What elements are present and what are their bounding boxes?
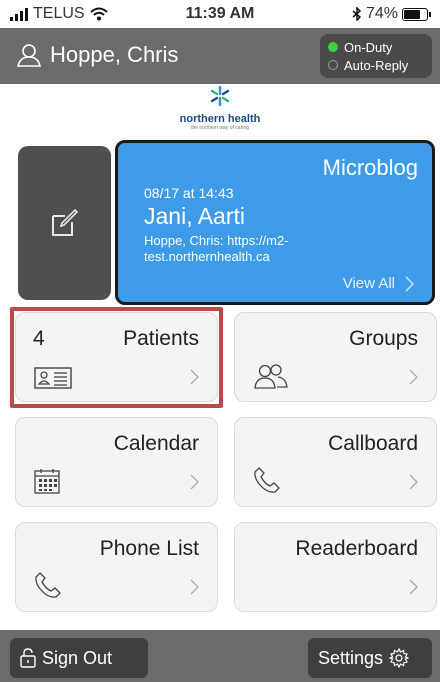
chevron-right-icon <box>409 579 418 595</box>
settings-button[interactable]: Settings <box>308 638 432 678</box>
microblog-card[interactable]: Microblog 08/17 at 14:43 Jani, Aarti Hop… <box>115 140 435 305</box>
battery-percent: 74% <box>365 5 398 22</box>
chevron-right-icon <box>405 275 414 292</box>
phone-list-tile[interactable]: Phone List <box>15 522 218 612</box>
phone-list-label: Phone List <box>99 537 199 560</box>
calendar-icon <box>34 469 60 494</box>
microblog-author: Jani, Aarti <box>144 203 245 229</box>
bottom-bar: Sign Out Settings <box>0 630 440 682</box>
phone-icon <box>35 572 61 598</box>
microblog-date: 08/17 at 14:43 <box>144 185 234 201</box>
auto-reply-indicator-icon <box>328 60 338 70</box>
snowflake-icon <box>210 85 230 107</box>
duty-status-toggle[interactable]: On-Duty Auto-Reply <box>320 34 432 78</box>
battery-icon <box>402 7 431 21</box>
readerboard-tile[interactable]: Readerboard <box>234 522 437 612</box>
groups-tile[interactable]: Groups <box>234 312 437 402</box>
settings-label: Settings <box>318 647 384 668</box>
on-duty-label: On-Duty <box>344 39 393 55</box>
lock-icon <box>20 648 36 668</box>
gear-icon <box>389 648 410 668</box>
patients-highlight-frame <box>10 307 223 408</box>
microblog-message: Hoppe, Chris: https://m2-test.northernhe… <box>144 233 289 264</box>
microblog-title: Microblog <box>322 155 418 180</box>
chevron-right-icon <box>409 474 418 490</box>
readerboard-label: Readerboard <box>295 537 418 560</box>
logo-tagline: the northern way of caring <box>191 125 249 131</box>
logo-name: northern health <box>179 113 261 125</box>
user-icon <box>17 44 41 67</box>
sign-out-label: Sign Out <box>42 647 113 668</box>
on-duty-indicator-icon <box>328 42 338 52</box>
view-all-link[interactable]: View All <box>343 275 414 292</box>
user-profile[interactable]: Hoppe, Chris <box>16 42 178 68</box>
chevron-right-icon <box>190 474 199 490</box>
calendar-tile[interactable]: Calendar <box>15 417 218 507</box>
callboard-tile[interactable]: Callboard <box>234 417 437 507</box>
view-all-label: View All <box>342 275 395 292</box>
compose-icon <box>52 208 79 236</box>
phone-icon <box>254 467 280 493</box>
calendar-label: Calendar <box>113 432 199 455</box>
app-header: Hoppe, Chris On-Duty Auto-Reply <box>0 28 440 84</box>
groups-label: Groups <box>349 327 418 350</box>
compose-message-button[interactable] <box>18 146 111 300</box>
bluetooth-icon <box>352 7 362 21</box>
auto-reply-label: Auto-Reply <box>344 57 409 73</box>
battery-info: 74% <box>352 5 431 23</box>
northern-health-logo: northern health the northern way of cari… <box>0 85 440 136</box>
on-duty-option[interactable]: On-Duty <box>328 38 424 56</box>
sign-out-button[interactable]: Sign Out <box>10 638 148 678</box>
auto-reply-option[interactable]: Auto-Reply <box>328 56 424 74</box>
groups-icon <box>254 364 288 389</box>
chevron-right-icon <box>409 369 418 385</box>
status-bar: TELUS 11:39 AM 74% <box>0 0 440 28</box>
chevron-right-icon <box>190 579 199 595</box>
user-name: Hoppe, Chris <box>50 42 179 67</box>
callboard-label: Callboard <box>328 432 418 455</box>
